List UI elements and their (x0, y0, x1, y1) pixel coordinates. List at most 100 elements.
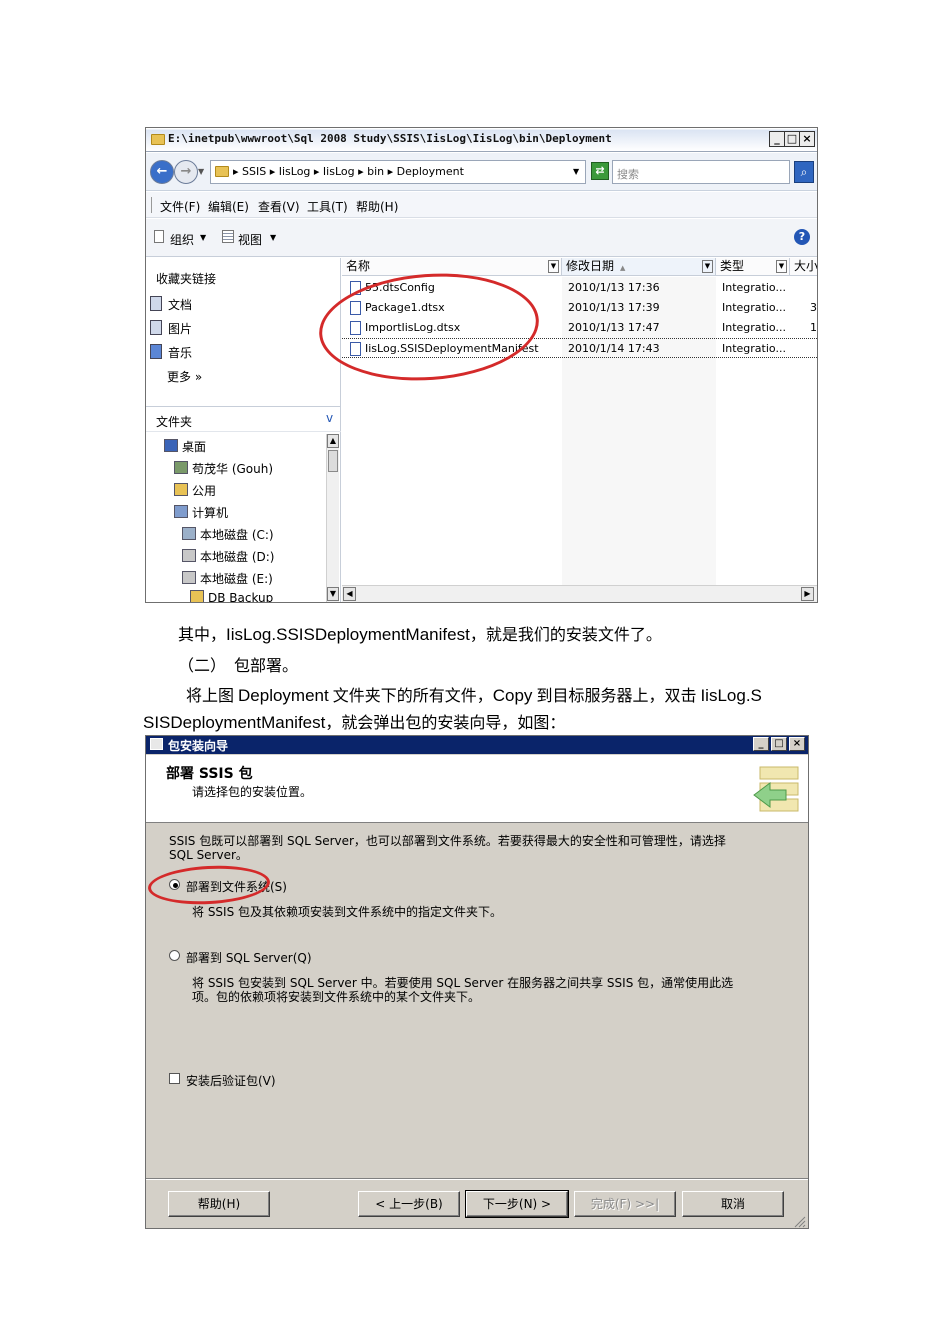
explorer-title: E:\inetpub\wwwroot\Sql 2008 Study\SSIS\I… (168, 132, 612, 145)
folders-title: 文件夹 (156, 415, 193, 429)
text: SISDeploymentManifest (143, 713, 326, 732)
paragraph-deploy-line2: SISDeploymentManifest，就会弹出包的安装向导，如图： (143, 709, 565, 733)
scroll-left-icon[interactable]: ◀ (343, 587, 356, 601)
maximize-icon[interactable]: □ (784, 131, 800, 147)
breadcrumb: ▸ SSIS ▸ IisLog ▸ IisLog ▸ bin ▸ Deploym… (233, 165, 464, 178)
section-heading: （二） 包部署。 (178, 658, 299, 675)
forward-arrow-icon[interactable]: → (174, 160, 198, 184)
tree-item-drive-d[interactable]: 本地磁盘 (D:) (182, 548, 274, 565)
tree-item-computer[interactable]: 计算机 (174, 504, 228, 521)
tree-item-drive-c[interactable]: 本地磁盘 (C:) (182, 526, 274, 543)
tree-label: 本地磁盘 (C:) (200, 528, 274, 542)
scroll-up-icon[interactable]: ▲ (327, 434, 339, 448)
folders-scrollbar[interactable]: ▲ ▼ (326, 434, 339, 602)
menu-edit[interactable]: 编辑(E) (208, 198, 249, 215)
column-label: 名称 (346, 259, 371, 273)
scroll-thumb[interactable] (328, 450, 338, 472)
address-input[interactable]: ▸ SSIS ▸ IisLog ▸ IisLog ▸ bin ▸ Deploym… (210, 160, 586, 184)
favorite-label: 音乐 (168, 346, 193, 360)
wizard-title-bar[interactable]: 包安装向导 _ □ × (146, 736, 808, 754)
address-dropdown-icon[interactable]: ▼ (573, 167, 579, 176)
menu-file[interactable]: 文件(F) (160, 198, 200, 215)
validate-checkbox-label[interactable]: 安装后验证包(V) (186, 1072, 276, 1089)
minimize-icon[interactable]: _ (769, 131, 785, 147)
file-list-scrollbar[interactable]: ◀ ▶ (342, 585, 817, 602)
validate-checkbox[interactable] (169, 1073, 180, 1084)
file-type: Integratio... (722, 321, 786, 334)
favorite-music[interactable]: 音乐 (150, 344, 192, 361)
finish-button[interactable]: 完成(F) >>| (574, 1191, 676, 1217)
close-icon[interactable]: × (789, 737, 805, 751)
views-icon (222, 230, 234, 243)
favorite-pictures[interactable]: 图片 (150, 320, 192, 337)
back-arrow-icon[interactable]: ← (150, 160, 174, 184)
folder-icon (174, 483, 188, 496)
text: ，就是我们的安装文件了。 (469, 627, 662, 644)
menu-view[interactable]: 查看(V) (258, 198, 300, 215)
column-dropdown-icon[interactable]: ▼ (776, 260, 787, 273)
text: 到目标服务器上，双击 (532, 688, 701, 705)
column-date[interactable]: 修改日期 ▲ ▼ (562, 258, 716, 276)
file-date: 2010/1/13 17:39 (568, 301, 660, 314)
menu-help[interactable]: 帮助(H) (356, 198, 398, 215)
tree-item-public[interactable]: 公用 (174, 482, 216, 499)
wizard-intro-line2: SQL Server。 (169, 848, 248, 862)
tree-item-drive-e[interactable]: 本地磁盘 (E:) (182, 570, 273, 587)
column-size[interactable]: 大小 (790, 258, 817, 276)
paragraph-deploy-line1: 将上图 Deployment 文件夹下的所有文件，Copy 到目标服务器上，双击… (186, 682, 762, 706)
favorite-documents[interactable]: 文档 (150, 296, 192, 313)
desktop-icon (164, 439, 178, 452)
file-size: 3 (810, 301, 817, 314)
computer-icon (174, 505, 188, 518)
file-size: 13 (810, 321, 817, 334)
wizard-intro-line1: SSIS 包既可以部署到 SQL Server，也可以部署到文件系统。若要获得最… (169, 834, 726, 848)
views-dropdown-icon[interactable]: ▼ (270, 233, 276, 242)
radio-sql-server-description-line2: 项。包的依赖项将安装到文件系统中的某个文件夹下。 (192, 990, 481, 1004)
organize-icon (154, 230, 164, 243)
address-bar-row: ← → ▼ ▸ SSIS ▸ IisLog ▸ IisLog ▸ bin ▸ D… (146, 153, 817, 191)
search-input[interactable]: 搜索 (612, 160, 790, 184)
tree-item-user[interactable]: 苟茂华 (Gouh) (174, 460, 273, 477)
menu-tools[interactable]: 工具(T) (307, 198, 348, 215)
resize-grip-icon[interactable] (794, 1216, 806, 1228)
tree-item-db-backup[interactable]: DB Backup (190, 590, 273, 602)
file-type: Integratio... (722, 301, 786, 314)
text: ，就会弹出包的安装向导，如图： (325, 715, 566, 732)
radio-sql-server[interactable] (169, 950, 180, 961)
explorer-title-bar[interactable]: E:\inetpub\wwwroot\Sql 2008 Study\SSIS\I… (146, 128, 817, 152)
folders-header[interactable]: 文件夹 v (146, 406, 341, 432)
explorer-window: E:\inetpub\wwwroot\Sql 2008 Study\SSIS\I… (145, 127, 818, 603)
radio-sql-server-label[interactable]: 部署到 SQL Server(Q) (186, 949, 312, 966)
history-dropdown-icon[interactable]: ▼ (198, 167, 204, 176)
help-button[interactable]: 帮助(H) (168, 1191, 270, 1217)
drive-icon (182, 549, 196, 562)
music-icon (150, 344, 162, 359)
help-icon[interactable]: ? (794, 229, 810, 245)
tree-label: 本地磁盘 (D:) (200, 550, 275, 564)
tree-item-desktop[interactable]: 桌面 (164, 438, 206, 455)
maximize-icon[interactable]: □ (771, 737, 787, 751)
minimize-icon[interactable]: _ (753, 737, 769, 751)
scroll-right-icon[interactable]: ▶ (801, 587, 814, 601)
organize-button[interactable]: 组织 (170, 231, 194, 248)
column-type[interactable]: 类型 ▼ (716, 258, 790, 276)
text: IisLog.SSISDeploymentManifest (226, 625, 470, 644)
chevron-down-icon[interactable]: v (326, 411, 333, 425)
column-dropdown-icon[interactable]: ▼ (548, 260, 559, 273)
wizard-button-separator (146, 1178, 808, 1180)
organize-dropdown-icon[interactable]: ▼ (200, 233, 206, 242)
views-button[interactable]: 视图 (238, 231, 262, 248)
search-icon[interactable]: ⌕ (794, 161, 814, 183)
pictures-icon (150, 320, 162, 335)
next-button[interactable]: 下一步(N) > (465, 1190, 569, 1218)
favorite-more[interactable]: 更多 » (167, 368, 202, 385)
close-icon[interactable]: × (799, 131, 815, 147)
wizard-header: 部署 SSIS 包 请选择包的安装位置。 (146, 755, 808, 823)
column-dropdown-icon[interactable]: ▼ (702, 260, 713, 273)
cancel-button[interactable]: 取消 (682, 1191, 784, 1217)
scroll-down-icon[interactable]: ▼ (327, 587, 339, 601)
back-button[interactable]: < 上一步(B) (358, 1191, 460, 1217)
refresh-icon[interactable]: ⇄ (591, 162, 609, 180)
wizard-app-icon (150, 738, 163, 750)
tree-label: 计算机 (192, 506, 229, 520)
